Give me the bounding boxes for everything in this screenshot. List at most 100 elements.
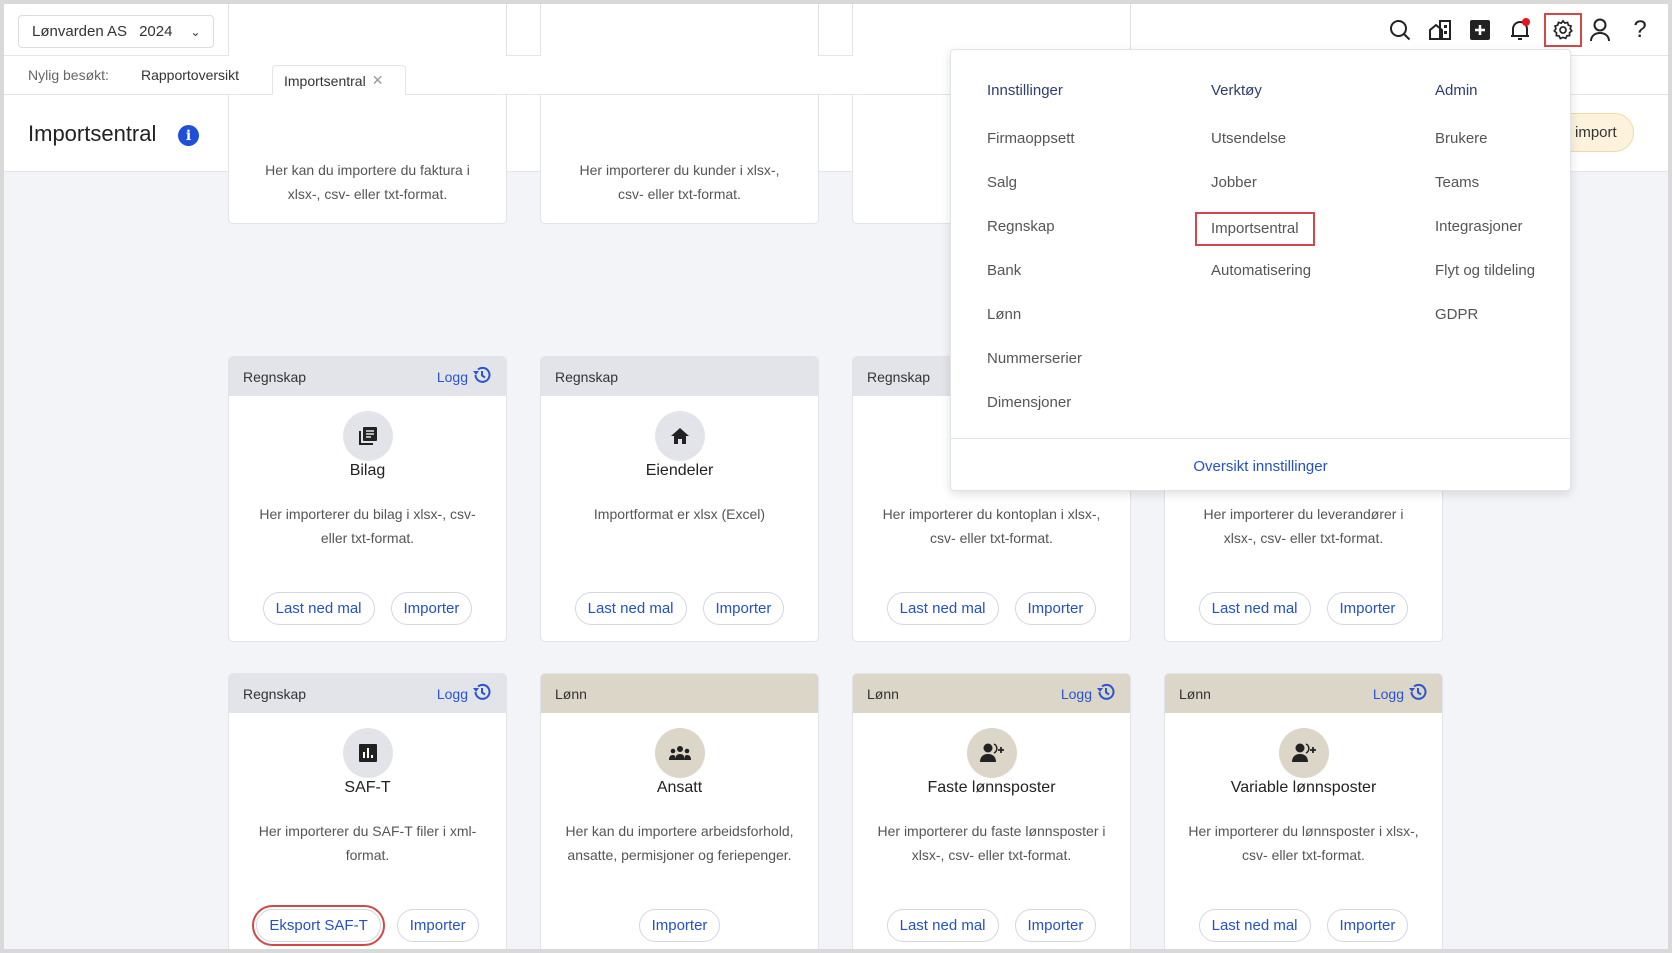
log-link[interactable]: Logg [437, 365, 492, 388]
tab-rapportoversikt[interactable]: Rapportoversikt [141, 67, 239, 83]
close-icon[interactable]: ✕ [372, 72, 384, 89]
menu-item[interactable]: Brukere [1435, 126, 1549, 170]
log-label: Logg [1060, 685, 1092, 702]
menu-item[interactable]: Utsendelse [1211, 126, 1325, 170]
group-icon [655, 728, 705, 778]
settings-overview-link[interactable]: Oversikt innstillinger [951, 458, 1570, 475]
log-label: Logg [436, 368, 468, 385]
description-line: Her importerer du SAF-T filer i xml- [258, 823, 477, 839]
card-actions: Eksport SAF-T Importer [229, 905, 506, 946]
help-icon[interactable]: ? [1626, 16, 1654, 44]
import-button[interactable]: Importer [1326, 592, 1409, 625]
menu-item[interactable]: Integrasjoner [1435, 214, 1549, 258]
user-icon[interactable] [1586, 16, 1614, 44]
import-button[interactable]: Importer [1014, 592, 1097, 625]
card-description: Her importerer du bilag i xlsx-, csv-ell… [241, 502, 494, 550]
menu-item[interactable]: Importsentral [1195, 212, 1325, 258]
description-line: Her kan du importere arbeidsforhold, [565, 823, 794, 839]
menu-item[interactable]: Teams [1435, 170, 1549, 214]
menu-item-label: Lønn [987, 306, 1022, 323]
description-line: eller txt-format. [320, 530, 415, 546]
company-name: Lønvarden AS [32, 23, 128, 40]
import-button[interactable]: Importer [702, 592, 785, 625]
log-link[interactable]: Logg [1373, 682, 1428, 705]
description-line: Her importerer du kunder i xlsx-, [579, 162, 780, 178]
card-header: Regnskap [541, 357, 818, 396]
menu-item[interactable]: Bank [987, 258, 1096, 302]
description-line: format. [345, 847, 390, 863]
description-line: csv- eller txt-format. [618, 186, 741, 202]
card-category: Lønn [1179, 685, 1211, 702]
card-header: Lønn [541, 674, 818, 713]
menu-item[interactable]: Jobber [1211, 170, 1325, 214]
card-category: Lønn [867, 685, 899, 702]
card-category: Regnskap [243, 685, 307, 702]
menu-item[interactable]: Dimensjoner [987, 390, 1096, 434]
menu-item-label: Dimensjoner [987, 394, 1072, 411]
company-icon[interactable] [1426, 16, 1454, 44]
download-template-button[interactable]: Last ned mal [1198, 909, 1311, 942]
add-icon[interactable] [1466, 16, 1494, 44]
card-description: Her importerer du kontoplan i xlsx-, csv-… [865, 502, 1118, 550]
card-category: Lønn [555, 685, 587, 702]
card-description: Her kan du importere arbeidsforhold, ansa… [553, 819, 806, 867]
log-label: Logg [436, 685, 468, 702]
description-line: xlsx-, csv- eller txt-format. [1223, 530, 1384, 546]
import-button[interactable]: Importer [1014, 909, 1097, 942]
menu-item[interactable]: Automatisering [1211, 258, 1325, 302]
download-template-button[interactable]: Last ned mal [574, 592, 687, 625]
info-icon[interactable]: i [178, 125, 199, 146]
menu-divider [951, 438, 1570, 439]
menu-column: Innstillinger Firmaoppsett Salg Regnskap Ban… [987, 82, 1096, 434]
log-link[interactable]: Logg [437, 682, 492, 705]
menu-item[interactable]: Firmaoppsett [987, 126, 1096, 170]
import-button[interactable]: Importer [396, 909, 479, 942]
download-template-button[interactable]: Last ned mal [886, 909, 999, 942]
card-header: Lønn Logg [853, 674, 1130, 713]
download-template-button[interactable]: Last ned mal [262, 592, 375, 625]
history-icon [472, 682, 492, 705]
menu-item[interactable]: Regnskap [987, 214, 1096, 258]
menu-item-label: Bank [987, 262, 1022, 279]
description-line: xlsx-, csv- eller txt-format. [287, 186, 448, 202]
card-description: Her kan du importere du faktura i xlsx-, … [241, 158, 494, 206]
menu-heading: Innstillinger [987, 82, 1063, 99]
menu-heading: Verktøy [1211, 82, 1262, 99]
tab-importsentral[interactable]: Importsentral ✕ [272, 65, 406, 95]
card-header: Regnskap Logg [229, 674, 506, 713]
import-button[interactable]: Importer [390, 592, 473, 625]
download-template-button[interactable]: Last ned mal [1198, 592, 1311, 625]
card-title: Ansatt [656, 779, 703, 796]
company-selector[interactable]: Lønvarden AS 2024 ⌄ [18, 15, 214, 48]
menu-item-label: GDPR [1435, 306, 1479, 323]
menu-item[interactable]: Nummerserier [987, 346, 1096, 390]
description-line: Her importerer du kontoplan i xlsx-, [882, 506, 1101, 522]
export-saft-button[interactable]: Eksport SAF-T [252, 905, 385, 946]
menu-item-label: Utsendelse [1211, 130, 1287, 147]
recent-label: Nylig besøkt: [28, 67, 109, 83]
menu-item[interactable]: Salg [987, 170, 1096, 214]
card-title: Eiendeler [645, 462, 714, 479]
import-card: Regnskap Logg SAF-T Her importerer du SAF-T… [228, 673, 507, 949]
download-template-button[interactable]: Last ned mal [886, 592, 999, 625]
menu-item-label: Salg [987, 174, 1018, 191]
card-description: Her importerer du kunder i xlsx-, csv- el… [553, 158, 806, 206]
bell-icon[interactable] [1506, 16, 1534, 44]
house-icon [655, 411, 705, 461]
card-description: Her importerer du lønnsposter i xlsx-, cs… [1177, 819, 1430, 867]
import-button[interactable]: Importer [1326, 909, 1409, 942]
menu-item[interactable]: Flyt og tildeling [1435, 258, 1549, 302]
tab-label: Importsentral [284, 72, 366, 89]
gear-icon[interactable] [1544, 13, 1582, 47]
card-title: SAF-T [344, 779, 391, 796]
search-icon[interactable] [1386, 16, 1414, 44]
history-icon [472, 365, 492, 388]
import-card: Her kan du importere du faktura i xlsx-, … [228, 4, 507, 224]
log-link[interactable]: Logg [1061, 682, 1116, 705]
menu-item[interactable]: Lønn [987, 302, 1096, 346]
import-card: Lønn Logg Variable lønnsposter Her importer… [1164, 673, 1443, 949]
card-header: Regnskap Logg [229, 357, 506, 396]
card-actions: Last ned mal Importer [229, 592, 506, 625]
menu-item[interactable]: GDPR [1435, 302, 1549, 346]
import-button[interactable]: Importer [638, 909, 721, 942]
